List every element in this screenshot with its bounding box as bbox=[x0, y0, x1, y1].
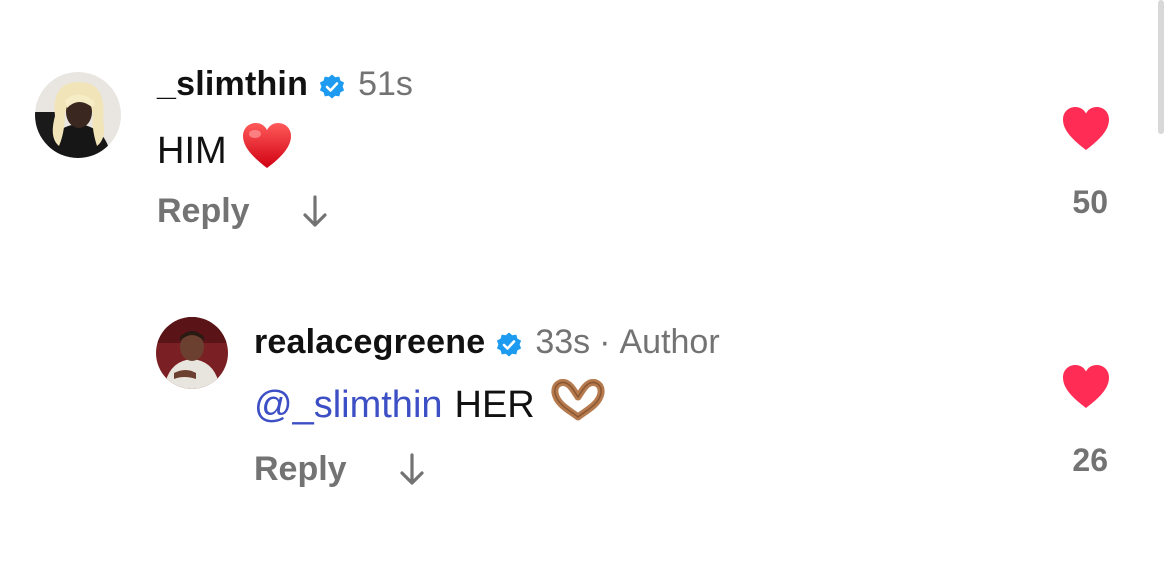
red-heart-icon bbox=[241, 122, 293, 180]
like-control bbox=[1060, 106, 1112, 152]
comment-text: HER bbox=[454, 384, 535, 426]
author-label: Author bbox=[619, 323, 720, 361]
comment-text-row: @_slimthin HER bbox=[254, 379, 605, 431]
comments-view: _slimthin 51s HIM Reply 50 realacegreene… bbox=[0, 0, 1170, 562]
username[interactable]: _slimthin bbox=[157, 64, 308, 104]
like-heart-icon[interactable] bbox=[1061, 364, 1111, 410]
username[interactable]: realacegreene bbox=[254, 322, 485, 362]
avatar[interactable] bbox=[156, 317, 228, 389]
arrow-down-icon[interactable] bbox=[302, 194, 328, 229]
comment-header: _slimthin 51s bbox=[157, 64, 413, 104]
comment-header: realacegreene 33s · Author bbox=[254, 322, 720, 362]
verified-badge-icon bbox=[318, 70, 346, 99]
comment-actions: Reply bbox=[254, 450, 425, 489]
timestamp: 33s bbox=[535, 323, 591, 361]
mention-link[interactable]: @_slimthin bbox=[254, 383, 443, 427]
like-count: 50 bbox=[1072, 184, 1108, 220]
like-control bbox=[1060, 364, 1112, 410]
like-heart-icon[interactable] bbox=[1061, 106, 1111, 152]
heart-hands-icon bbox=[551, 379, 605, 431]
timestamp: 51s bbox=[358, 65, 413, 103]
verified-badge-icon bbox=[495, 328, 523, 357]
arrow-down-icon[interactable] bbox=[399, 452, 425, 487]
avatar[interactable] bbox=[35, 72, 121, 158]
reply-button[interactable]: Reply bbox=[157, 192, 250, 231]
reply-button[interactable]: Reply bbox=[254, 450, 347, 489]
scrollbar[interactable] bbox=[1158, 0, 1164, 134]
comment-actions: Reply bbox=[157, 192, 328, 231]
separator-dot: · bbox=[599, 323, 611, 361]
comment-text: HIM bbox=[157, 130, 227, 172]
comment-text-row: HIM bbox=[157, 122, 293, 180]
like-count: 26 bbox=[1072, 442, 1108, 478]
